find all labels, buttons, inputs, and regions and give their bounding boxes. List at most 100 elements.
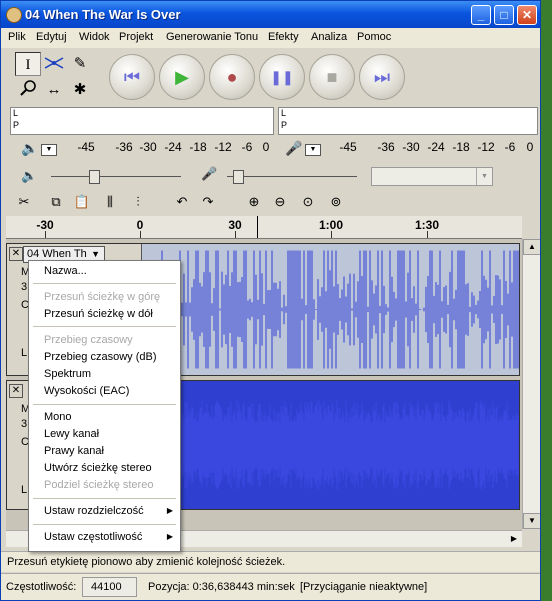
edit-toolbar: ✂ ⧉ 📋 ⫼ ⫶ ↶ ↷ ⊕ ⊖ ⊙ ⊚ bbox=[1, 188, 540, 216]
menu-item-make-stereo[interactable]: Utwórz ścieżkę stereo bbox=[29, 460, 180, 477]
meter-scale-label: -12 bbox=[477, 140, 495, 154]
track-name: 04 When Th bbox=[27, 248, 87, 260]
meter-scale-label: -6 bbox=[504, 140, 516, 154]
menu-edytuj[interactable]: Edytuj bbox=[36, 31, 67, 43]
meter-scale-label: -36 bbox=[115, 140, 133, 154]
menu-item-set-rate[interactable]: Ustaw częstotliwość ▶ bbox=[29, 529, 180, 546]
menu-widok[interactable]: Widok bbox=[79, 31, 110, 43]
recording-meter[interactable]: L P bbox=[278, 107, 538, 135]
fit-selection-icon[interactable]: ⊙ bbox=[297, 192, 319, 212]
menu-item-left-channel[interactable]: Lewy kanał bbox=[29, 426, 180, 443]
envelope-tool-icon[interactable] bbox=[41, 52, 67, 76]
menu-pomoc[interactable]: Pomoc bbox=[357, 31, 391, 43]
input-volume-thumb[interactable] bbox=[233, 170, 244, 184]
paste-icon[interactable]: 📋 bbox=[71, 192, 93, 212]
menu-projekt[interactable]: Projekt bbox=[119, 31, 153, 43]
waveform-2[interactable] bbox=[141, 381, 519, 509]
status-bar: Przesuń etykietę pionowo aby zmienić kol… bbox=[1, 551, 540, 572]
meter-right-label: P bbox=[281, 120, 288, 130]
project-rate-field[interactable]: 44100 bbox=[82, 577, 137, 597]
redo-icon[interactable]: ↷ bbox=[197, 192, 219, 212]
input-volume-slider[interactable] bbox=[227, 176, 357, 177]
track-context-menu: Nazwa... Przesuń ścieżkę w górę Przesuń … bbox=[28, 260, 181, 552]
menu-plik[interactable]: Plik bbox=[8, 31, 26, 43]
timeshift-tool-icon[interactable]: ↔ bbox=[41, 78, 67, 102]
menu-item-label: Ustaw rozdzielczość bbox=[44, 505, 144, 517]
menu-bar: Plik Edytuj Widok Projekt Generowanie To… bbox=[1, 28, 540, 48]
trim-icon[interactable]: ⫼ bbox=[99, 192, 121, 212]
playback-meter[interactable]: L P bbox=[10, 107, 274, 135]
input-volume-icon: 🎤 bbox=[201, 166, 218, 181]
zoom-in-icon[interactable]: ⊕ bbox=[243, 192, 265, 212]
menu-separator bbox=[33, 283, 176, 284]
menu-item-label: Przebieg czasowy (dB) bbox=[44, 351, 157, 363]
timeline-ruler[interactable]: -30 0 30 1:00 1:30 bbox=[6, 216, 522, 239]
output-volume-slider[interactable] bbox=[51, 176, 181, 177]
skip-to-end-button[interactable]: ⏭ bbox=[359, 54, 405, 100]
ruler-tick bbox=[140, 231, 141, 238]
menu-efekty[interactable]: Efekty bbox=[268, 31, 299, 43]
status-text: Przesuń etykietę pionowo aby zmienić kol… bbox=[7, 556, 286, 568]
menu-item-mono[interactable]: Mono bbox=[29, 409, 180, 426]
title-bar[interactable]: 04 When The War Is Over _ □ ✕ bbox=[1, 1, 540, 28]
meter-toolbar: L P L P 🔈 ▼ -45 -36 -30 -24 -18 -12 -6 0… bbox=[1, 106, 540, 166]
track-info-line: 3 bbox=[21, 281, 28, 293]
menu-item-label: Wysokości (EAC) bbox=[44, 385, 130, 397]
menu-item-label: Spektrum bbox=[44, 368, 92, 380]
waveform-graphic bbox=[141, 244, 519, 375]
position-readout: Pozycja: 0:36,638443 min:sek bbox=[148, 581, 295, 593]
meter-scale-label: -6 bbox=[241, 140, 253, 154]
meter-right-label: P bbox=[13, 120, 20, 130]
output-volume-thumb[interactable] bbox=[89, 170, 100, 184]
recording-meter-dropdown-icon[interactable]: ▼ bbox=[305, 144, 321, 156]
menu-analiza[interactable]: Analiza bbox=[311, 31, 347, 43]
meter-scale-label: -45 bbox=[339, 140, 357, 154]
close-track-icon[interactable]: ✕ bbox=[9, 247, 23, 261]
playback-meter-dropdown-icon[interactable]: ▼ bbox=[41, 144, 57, 156]
zoom-tool-icon[interactable] bbox=[15, 78, 41, 102]
submenu-arrow-icon: ▶ bbox=[166, 506, 173, 515]
menu-item-right-channel[interactable]: Prawy kanał bbox=[29, 443, 180, 460]
close-button[interactable]: ✕ bbox=[517, 5, 537, 25]
skip-to-start-button[interactable]: ⏮ bbox=[109, 54, 155, 100]
menu-separator bbox=[33, 326, 176, 327]
menu-item-waveform-db[interactable]: Przebieg czasowy (dB) bbox=[29, 349, 180, 366]
menu-item-set-format[interactable]: Ustaw rozdzielczość ▶ bbox=[29, 503, 180, 520]
scroll-down-icon[interactable]: ▼ bbox=[523, 513, 540, 529]
selection-tool-icon[interactable]: I bbox=[15, 52, 41, 76]
meter-scale-label: 0 bbox=[526, 140, 534, 154]
meter-left-label: L bbox=[281, 108, 287, 118]
close-track-icon[interactable]: ✕ bbox=[9, 384, 23, 398]
zoom-out-icon[interactable]: ⊖ bbox=[269, 192, 291, 212]
menu-item-move-up: Przesuń ścieżkę w górę bbox=[29, 289, 180, 306]
draw-tool-icon[interactable]: ✎ bbox=[67, 52, 93, 76]
scroll-right-icon[interactable]: ▶ bbox=[506, 531, 522, 547]
menu-item-pitch[interactable]: Wysokości (EAC) bbox=[29, 383, 180, 400]
ruler-tick bbox=[235, 231, 236, 238]
menu-item-nazwa[interactable]: Nazwa... bbox=[29, 263, 180, 280]
app-icon bbox=[6, 7, 22, 23]
menu-generowanie-tonu[interactable]: Generowanie Tonu bbox=[166, 31, 258, 43]
silence-icon[interactable]: ⫶ bbox=[127, 192, 149, 212]
scroll-up-icon[interactable]: ▲ bbox=[523, 239, 540, 255]
waveform-1[interactable] bbox=[141, 244, 519, 375]
stop-button[interactable]: ■ bbox=[309, 54, 355, 100]
input-source-select[interactable]: ▼ bbox=[371, 167, 493, 186]
record-button[interactable]: ● bbox=[209, 54, 255, 100]
menu-item-label: Przesuń ścieżkę w dół bbox=[44, 308, 153, 320]
pause-button[interactable]: ❚❚ bbox=[259, 54, 305, 100]
vertical-scrollbar[interactable]: ▲ ▼ bbox=[522, 239, 540, 529]
ruler-label: 30 bbox=[228, 218, 242, 232]
menu-item-spectrum[interactable]: Spektrum bbox=[29, 366, 180, 383]
fit-project-icon[interactable]: ⊚ bbox=[325, 192, 347, 212]
play-button[interactable]: ▶ bbox=[159, 54, 205, 100]
menu-item-move-down[interactable]: Przesuń ścieżkę w dół bbox=[29, 306, 180, 323]
copy-icon[interactable]: ⧉ bbox=[45, 192, 67, 212]
multi-tool-icon[interactable]: ✱ bbox=[67, 78, 93, 102]
cut-icon[interactable]: ✂ bbox=[13, 192, 35, 212]
undo-icon[interactable]: ↶ bbox=[171, 192, 193, 212]
chevron-down-icon: ▼ bbox=[91, 249, 100, 259]
chevron-down-icon[interactable]: ▼ bbox=[476, 168, 492, 185]
minimize-button[interactable]: _ bbox=[471, 5, 491, 25]
maximize-button[interactable]: □ bbox=[494, 5, 514, 25]
